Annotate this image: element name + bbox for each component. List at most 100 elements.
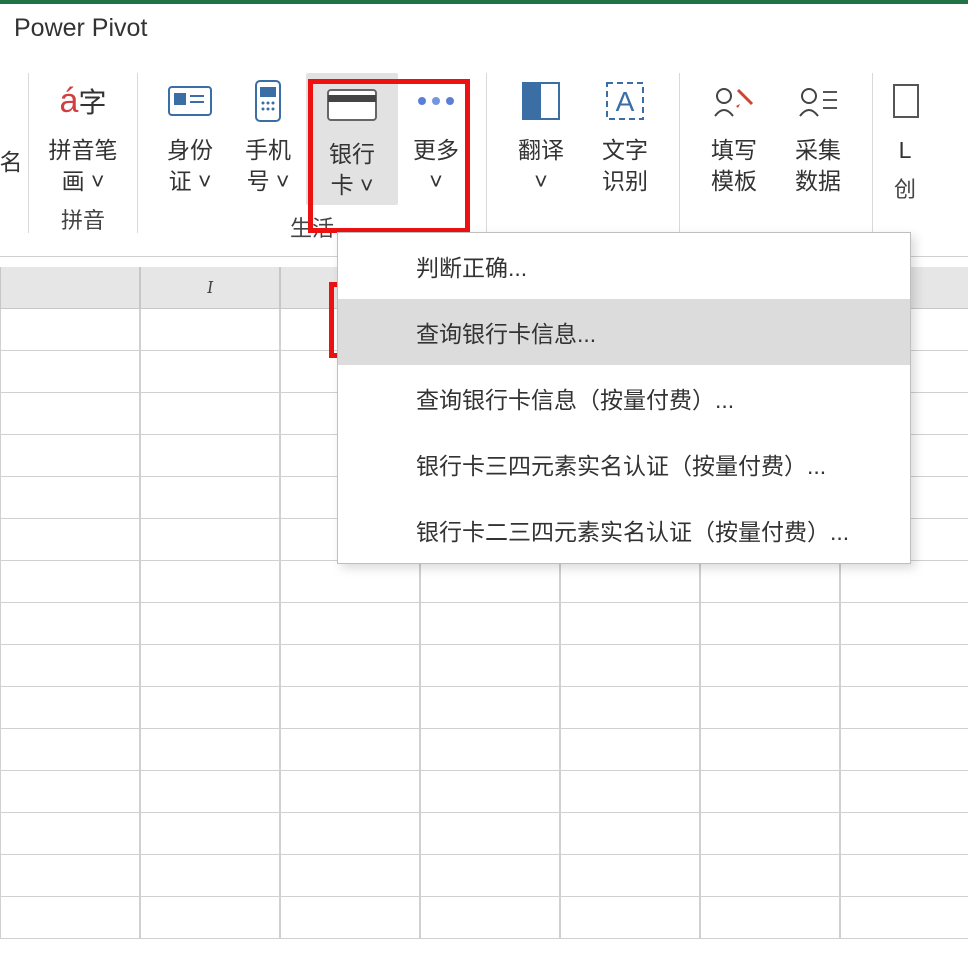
column-header[interactable] [0,267,140,309]
grid-cell[interactable] [560,771,700,813]
grid-cell[interactable] [560,855,700,897]
grid-cell[interactable] [840,561,968,603]
grid-cell[interactable] [700,645,840,687]
separator [28,73,29,233]
grid-cell[interactable] [700,813,840,855]
more-button[interactable]: 更多 ˅ [398,73,474,197]
grid-cell[interactable] [140,645,280,687]
id-card-button[interactable]: 身份 证 ˅ [150,73,230,197]
grid-cell[interactable] [140,813,280,855]
grid-cell[interactable] [280,645,420,687]
grid-cell[interactable] [140,561,280,603]
grid-cell[interactable] [140,855,280,897]
grid-cell[interactable] [700,771,840,813]
collect-data-button[interactable]: 采集 数据 [776,73,860,197]
grid-cell[interactable] [280,603,420,645]
grid-cell[interactable] [0,309,140,351]
grid-row [0,561,968,603]
grid-cell[interactable] [0,393,140,435]
grid-cell[interactable] [420,561,560,603]
partial-button-lc[interactable]: L [885,73,925,166]
grid-cell[interactable] [700,603,840,645]
menu-item-query-bank-paid[interactable]: 查询银行卡信息（按量付费）... [338,365,910,431]
grid-cell[interactable] [560,897,700,939]
grid-cell[interactable] [840,771,968,813]
grid-cell[interactable] [700,687,840,729]
grid-cell[interactable] [0,477,140,519]
menu-item-verify-234[interactable]: 银行卡二三四元素实名认证（按量付费）... [338,497,910,563]
grid-cell[interactable] [560,603,700,645]
grid-cell[interactable] [140,729,280,771]
grid-cell[interactable] [840,897,968,939]
grid-cell[interactable] [420,603,560,645]
grid-cell[interactable] [280,771,420,813]
grid-cell[interactable] [420,771,560,813]
grid-cell[interactable] [0,603,140,645]
grid-cell[interactable] [140,351,280,393]
grid-cell[interactable] [840,729,968,771]
grid-cell[interactable] [0,855,140,897]
grid-cell[interactable] [420,897,560,939]
grid-row [0,645,968,687]
grid-cell[interactable] [840,813,968,855]
menu-item-verify-34[interactable]: 银行卡三四元素实名认证（按量付费）... [338,431,910,497]
grid-cell[interactable] [0,519,140,561]
grid-cell[interactable] [560,729,700,771]
grid-cell[interactable] [0,435,140,477]
grid-cell[interactable] [140,687,280,729]
grid-cell[interactable] [140,309,280,351]
grid-cell[interactable] [840,855,968,897]
grid-cell[interactable] [420,729,560,771]
phone-button[interactable]: 手机 号 ˅ [230,73,306,197]
grid-cell[interactable] [840,603,968,645]
grid-cell[interactable] [280,897,420,939]
menu-item-validate[interactable]: 判断正确... [338,233,910,299]
grid-cell[interactable] [700,855,840,897]
grid-cell[interactable] [700,561,840,603]
phone-label: 手机 号 ˅ [245,135,291,197]
grid-cell[interactable] [280,687,420,729]
grid-cell[interactable] [560,813,700,855]
grid-cell[interactable] [560,645,700,687]
group-label-partial-right: 创 [894,172,916,210]
grid-row [0,687,968,729]
ocr-button[interactable]: A 文字 识别 [583,73,667,197]
grid-cell[interactable] [280,855,420,897]
grid-cell[interactable] [420,855,560,897]
pinyin-button[interactable]: á字 拼音笔 画 ˅ [41,73,125,197]
grid-cell[interactable] [0,771,140,813]
grid-cell[interactable] [420,645,560,687]
menu-item-query-bank-info[interactable]: 查询银行卡信息... [338,299,910,365]
grid-cell[interactable] [140,603,280,645]
grid-cell[interactable] [140,519,280,561]
grid-cell[interactable] [0,897,140,939]
grid-cell[interactable] [140,435,280,477]
bank-card-button[interactable]: 银行 卡 ˅ [306,73,398,205]
translate-button[interactable]: 翻译 ˅ [499,73,583,197]
grid-cell[interactable] [700,897,840,939]
grid-cell[interactable] [420,687,560,729]
grid-cell[interactable] [140,771,280,813]
grid-cell[interactable] [280,561,420,603]
grid-cell[interactable] [840,645,968,687]
fill-template-button[interactable]: 填写 模板 [692,73,776,197]
grid-cell[interactable] [0,813,140,855]
grid-cell[interactable] [560,561,700,603]
grid-cell[interactable] [420,813,560,855]
grid-cell[interactable] [140,897,280,939]
grid-cell[interactable] [280,729,420,771]
grid-cell[interactable] [0,645,140,687]
grid-cell[interactable] [280,813,420,855]
grid-cell[interactable] [700,729,840,771]
column-header[interactable]: I [140,267,280,309]
grid-cell[interactable] [0,561,140,603]
fill-template-icon [712,73,756,129]
grid-cell[interactable] [0,729,140,771]
grid-cell[interactable] [140,477,280,519]
grid-cell[interactable] [560,687,700,729]
grid-cell[interactable] [140,393,280,435]
grid-cell[interactable] [0,351,140,393]
partial-button-left[interactable]: 名 [0,53,22,256]
grid-cell[interactable] [840,687,968,729]
grid-cell[interactable] [0,687,140,729]
